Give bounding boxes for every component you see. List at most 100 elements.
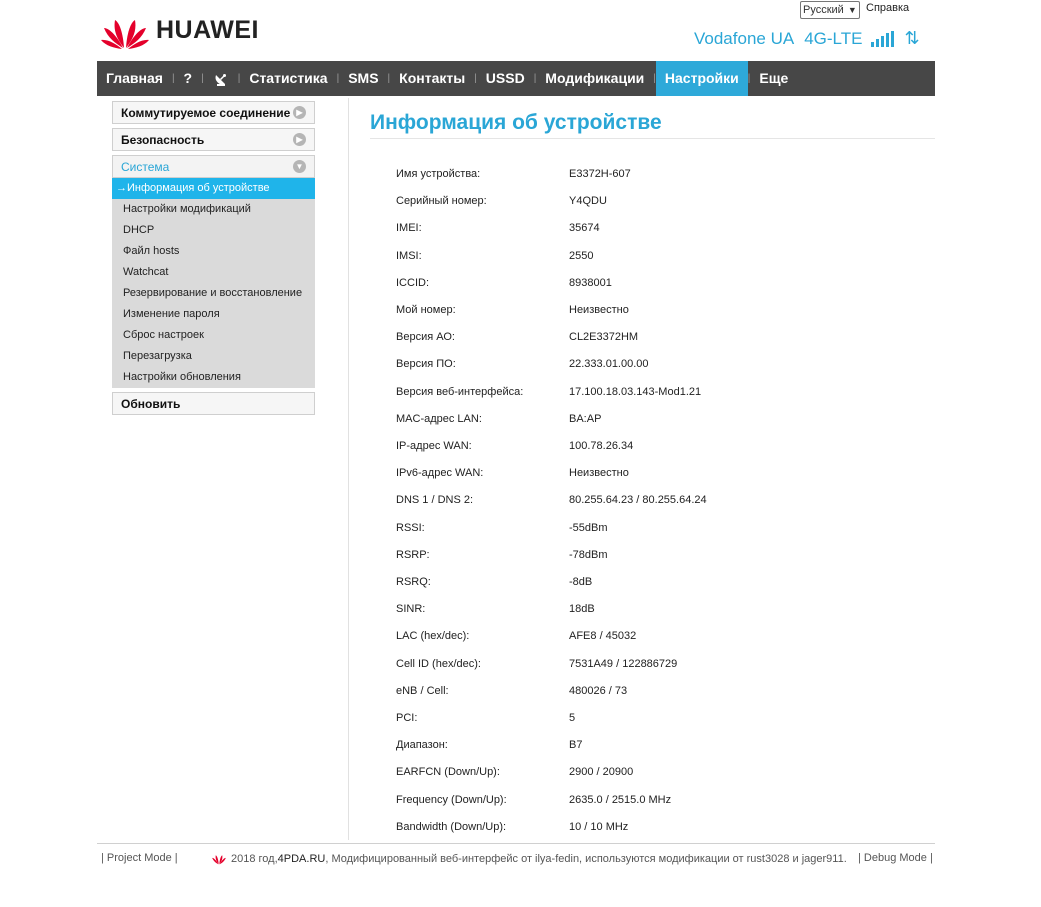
settings-sidebar: Коммутируемое соединение ▶ Безопасность …: [112, 101, 315, 419]
sidebar-item-reset[interactable]: Сброс настроек: [112, 325, 315, 346]
sidebar-group-label: Система: [121, 159, 170, 174]
info-value: AFE8 / 45032: [569, 630, 637, 643]
language-select[interactable]: Русский ▼: [800, 1, 860, 19]
nav-home[interactable]: Главная: [97, 61, 172, 96]
info-value: -55dBm: [569, 521, 608, 534]
signal-strength-icon: [871, 30, 896, 47]
sidebar-group-label: Обновить: [121, 396, 181, 411]
nav-modifications[interactable]: Модификации: [536, 61, 653, 96]
info-value: Y4QDU: [569, 195, 607, 208]
nav-sms[interactable]: SMS: [339, 61, 387, 96]
nav-more[interactable]: Еще: [750, 61, 797, 96]
info-value: 7531A49 / 122886729: [569, 657, 678, 670]
info-value: 80.255.64.23 / 80.255.64.24: [569, 494, 707, 507]
sidebar-item-backup[interactable]: Резервирование и восстановление: [112, 283, 315, 304]
sidebar-item-device-info[interactable]: →Информация об устройстве: [112, 178, 315, 199]
sidebar-item-password[interactable]: Изменение пароля: [112, 304, 315, 325]
expand-circle-icon: ▶: [293, 133, 306, 146]
info-row: Имя устройства: E3372H-607: [396, 164, 631, 184]
nav-ussd[interactable]: USSD: [477, 61, 534, 96]
sidebar-group-label: Безопасность: [121, 132, 205, 147]
footer-debug-mode: | Debug Mode |: [858, 852, 933, 864]
sidebar-group-security[interactable]: Безопасность ▶: [112, 128, 315, 151]
project-mode-link[interactable]: Project Mode: [107, 852, 172, 864]
chevron-down-icon: ▼: [847, 5, 857, 15]
satellite-dish-icon: [215, 74, 226, 87]
footer-project-mode: | Project Mode |: [101, 852, 178, 864]
info-row: Мой номер: Неизвестно: [396, 300, 629, 320]
sidebar-item-dhcp[interactable]: DHCP: [112, 220, 315, 241]
info-label: EARFCN (Down/Up):: [396, 766, 500, 779]
info-label: Frequency (Down/Up):: [396, 793, 507, 806]
info-value: Неизвестно: [569, 304, 629, 316]
info-label: Версия веб-интерфейса:: [396, 385, 524, 398]
language-select-value: Русский: [803, 4, 844, 16]
nav-contacts[interactable]: Контакты: [390, 61, 474, 96]
info-label: IMSI:: [396, 249, 422, 262]
info-row: ICCID: 8938001: [396, 273, 612, 293]
info-label: MAC-адрес LAN:: [396, 412, 482, 425]
info-label: Bandwidth (Down/Up):: [396, 820, 507, 833]
info-value: 2550: [569, 249, 594, 262]
sidebar-group-label: Коммутируемое соединение: [121, 105, 291, 120]
info-label: Серийный номер:: [396, 195, 487, 208]
info-row: DNS 1 / DNS 2: 80.255.64.23 / 80.255.64.2…: [396, 490, 707, 510]
info-row: RSRP: -78dBm: [396, 545, 608, 565]
info-row: IP-адрес WAN: 100.78.26.34: [396, 436, 633, 456]
main-nav: Главная | ? | | Статистика | SMS | Конта…: [97, 61, 935, 96]
info-label: LAC (hex/dec):: [396, 630, 470, 643]
network-type: 4G-LTE: [804, 28, 863, 48]
help-link[interactable]: Справка: [866, 2, 909, 14]
info-label: RSRQ:: [396, 576, 431, 588]
info-row: Cell ID (hex/dec): 7531A49 / 122886729: [396, 654, 677, 674]
info-value: 100.78.26.34: [569, 440, 634, 452]
nav-settings[interactable]: Настройки: [655, 61, 748, 96]
huawei-logo: HUAWEI: [100, 10, 259, 50]
info-label: IMEI:: [396, 222, 422, 235]
info-value: BA:AP: [569, 412, 602, 425]
connection-status: Vodafone UA 4G-LTE ⇅: [694, 28, 920, 49]
nav-satellite[interactable]: [204, 61, 238, 96]
title-underline: [370, 138, 935, 139]
sidebar-item-hosts[interactable]: Файл hosts: [112, 241, 315, 262]
huawei-petal-logo-icon: [101, 20, 149, 49]
info-row: MAC-адрес LAN: BA:AP: [396, 409, 601, 429]
info-value: 35674: [569, 222, 600, 235]
sidebar-item-watchcat[interactable]: Watchcat: [112, 262, 315, 283]
info-value: -78dBm: [569, 548, 608, 561]
info-row: IMEI: 35674: [396, 218, 600, 238]
info-row: Серийный номер: Y4QDU: [396, 191, 607, 211]
info-value: Неизвестно: [569, 467, 629, 480]
info-value: 5: [569, 712, 576, 724]
info-row: LAC (hex/dec): AFE8 / 45032: [396, 626, 636, 646]
collapse-circle-icon: ▼: [293, 160, 306, 173]
info-row: RSRQ: -8dB: [396, 572, 592, 592]
info-label: PCI:: [396, 712, 418, 724]
sidebar-item-label: Информация об устройстве: [127, 182, 270, 194]
huawei-mini-logo-icon: [212, 855, 226, 865]
arrow-right-icon: →: [116, 182, 127, 194]
sidebar-group-update[interactable]: Обновить: [112, 392, 315, 415]
sidebar-system-list: →Информация об устройстве Настройки моди…: [112, 178, 315, 388]
info-value: 10 / 10 MHz: [569, 820, 629, 833]
nav-help[interactable]: ?: [175, 61, 202, 96]
sidebar-item-update-settings[interactable]: Настройки обновления: [112, 367, 315, 388]
sidebar-item-reboot[interactable]: Перезагрузка: [112, 346, 315, 367]
operator-name: Vodafone UA: [694, 28, 795, 48]
sidebar-group-dialup[interactable]: Коммутируемое соединение ▶: [112, 101, 315, 124]
info-row: IMSI: 2550: [396, 246, 593, 266]
info-label: Версия АО:: [396, 331, 455, 344]
info-row: SINR: 18dB: [396, 599, 595, 619]
info-value: 22.333.01.00.00: [569, 358, 649, 371]
debug-mode-link[interactable]: Debug Mode: [864, 852, 927, 864]
sidebar-group-system[interactable]: Система ▼: [112, 155, 315, 178]
info-row: Версия веб-интерфейса: 17.100.18.03.143-M…: [396, 382, 701, 402]
info-value: 8938001: [569, 276, 612, 289]
sidebar-item-mod-settings[interactable]: Настройки модификаций: [112, 199, 315, 220]
site-link[interactable]: 4PDA.RU: [278, 853, 326, 865]
info-value: -8dB: [569, 576, 593, 588]
info-value: 17.100.18.03.143-Mod1.21: [569, 385, 702, 398]
info-value: 2635.0 / 2515.0 MHz: [569, 793, 672, 806]
footer-divider: [97, 843, 935, 844]
nav-statistics[interactable]: Статистика: [240, 61, 336, 96]
